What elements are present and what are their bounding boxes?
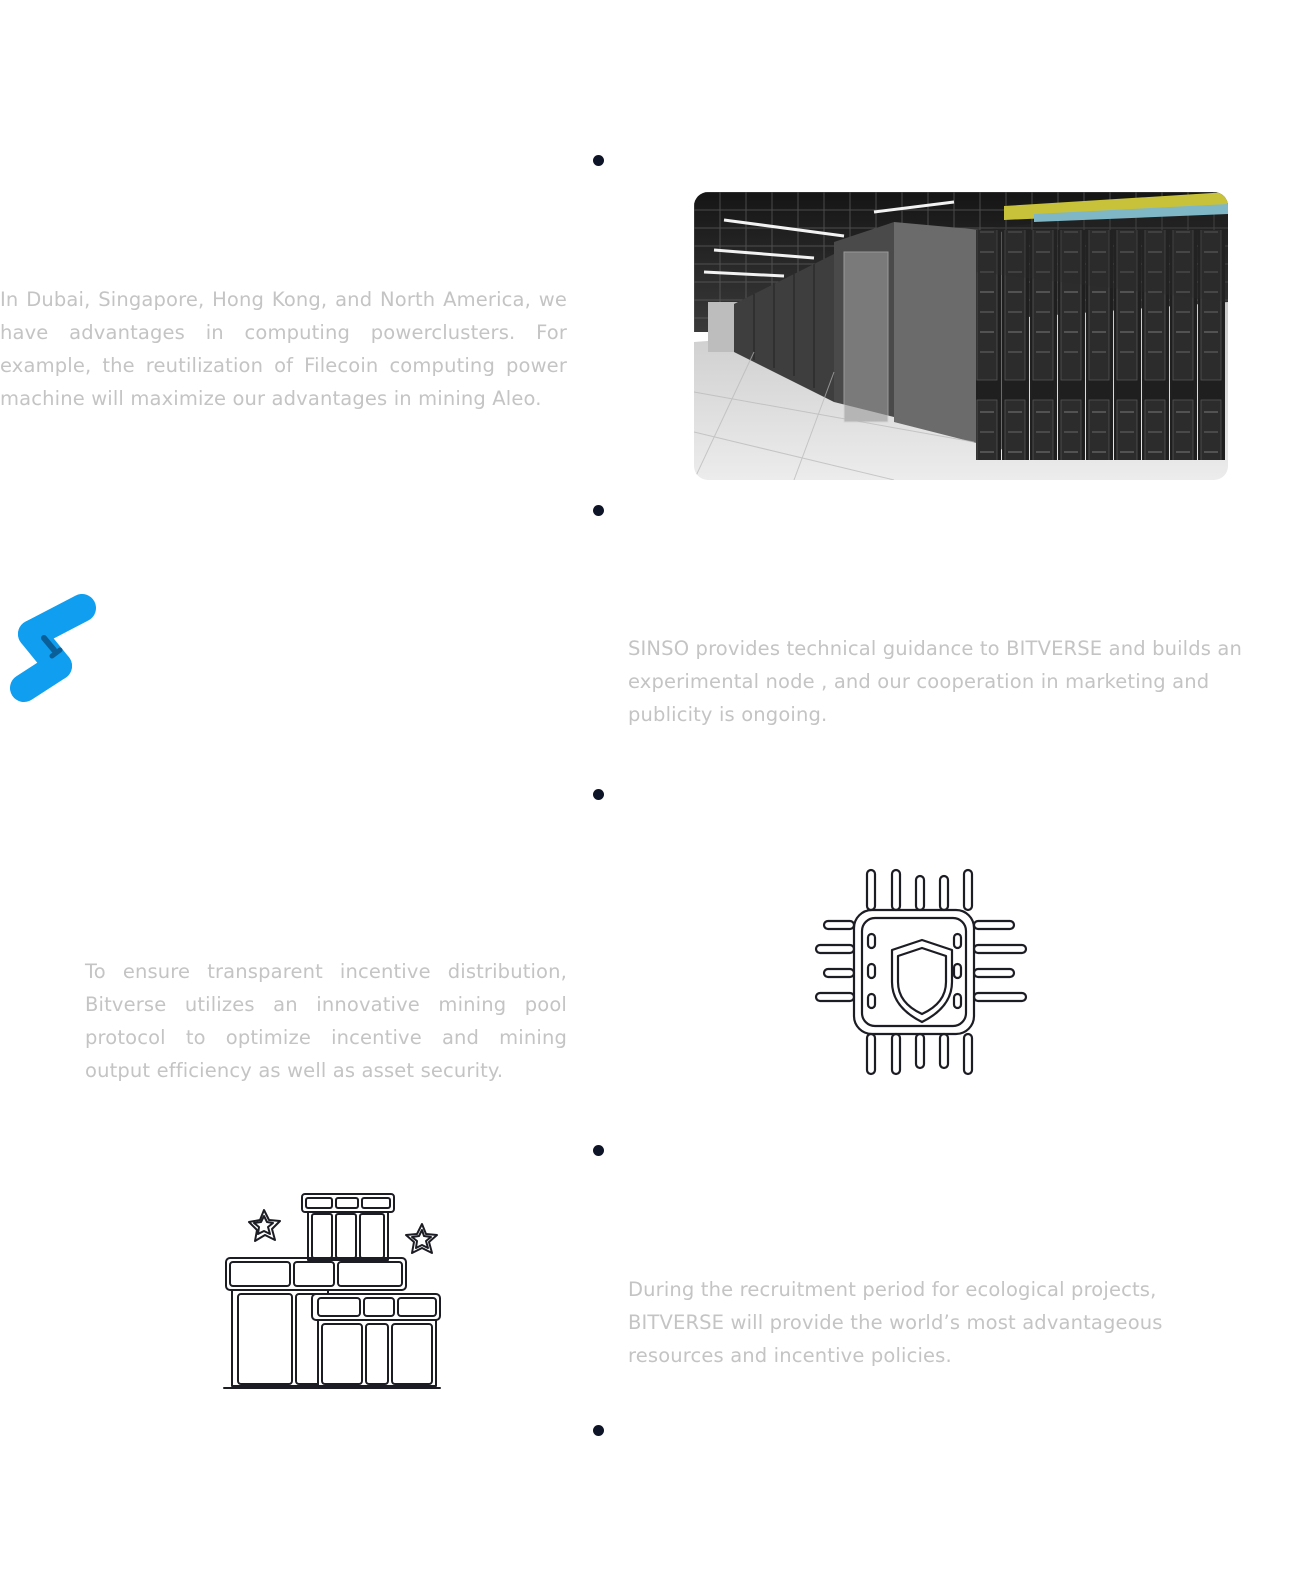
gift-boxes-icon <box>222 1190 444 1392</box>
section-2-description: SINSO provides technical guidance to BIT… <box>628 637 1243 726</box>
server-room-photo <box>694 192 1228 480</box>
timeline-dot <box>593 1425 604 1436</box>
chip-shield-icon <box>812 866 1032 1084</box>
timeline-dot <box>593 155 604 166</box>
sinso-logo <box>4 594 104 706</box>
timeline-dot <box>593 1145 604 1156</box>
section-3-description: To ensure transparent incentive distribu… <box>85 960 567 1082</box>
section-4-description: During the recruitment period for ecolog… <box>628 1278 1163 1367</box>
timeline-dot <box>593 505 604 516</box>
section-1-description: In Dubai, Singapore, Hong Kong, and Nort… <box>0 288 567 410</box>
timeline-dot <box>593 789 604 800</box>
